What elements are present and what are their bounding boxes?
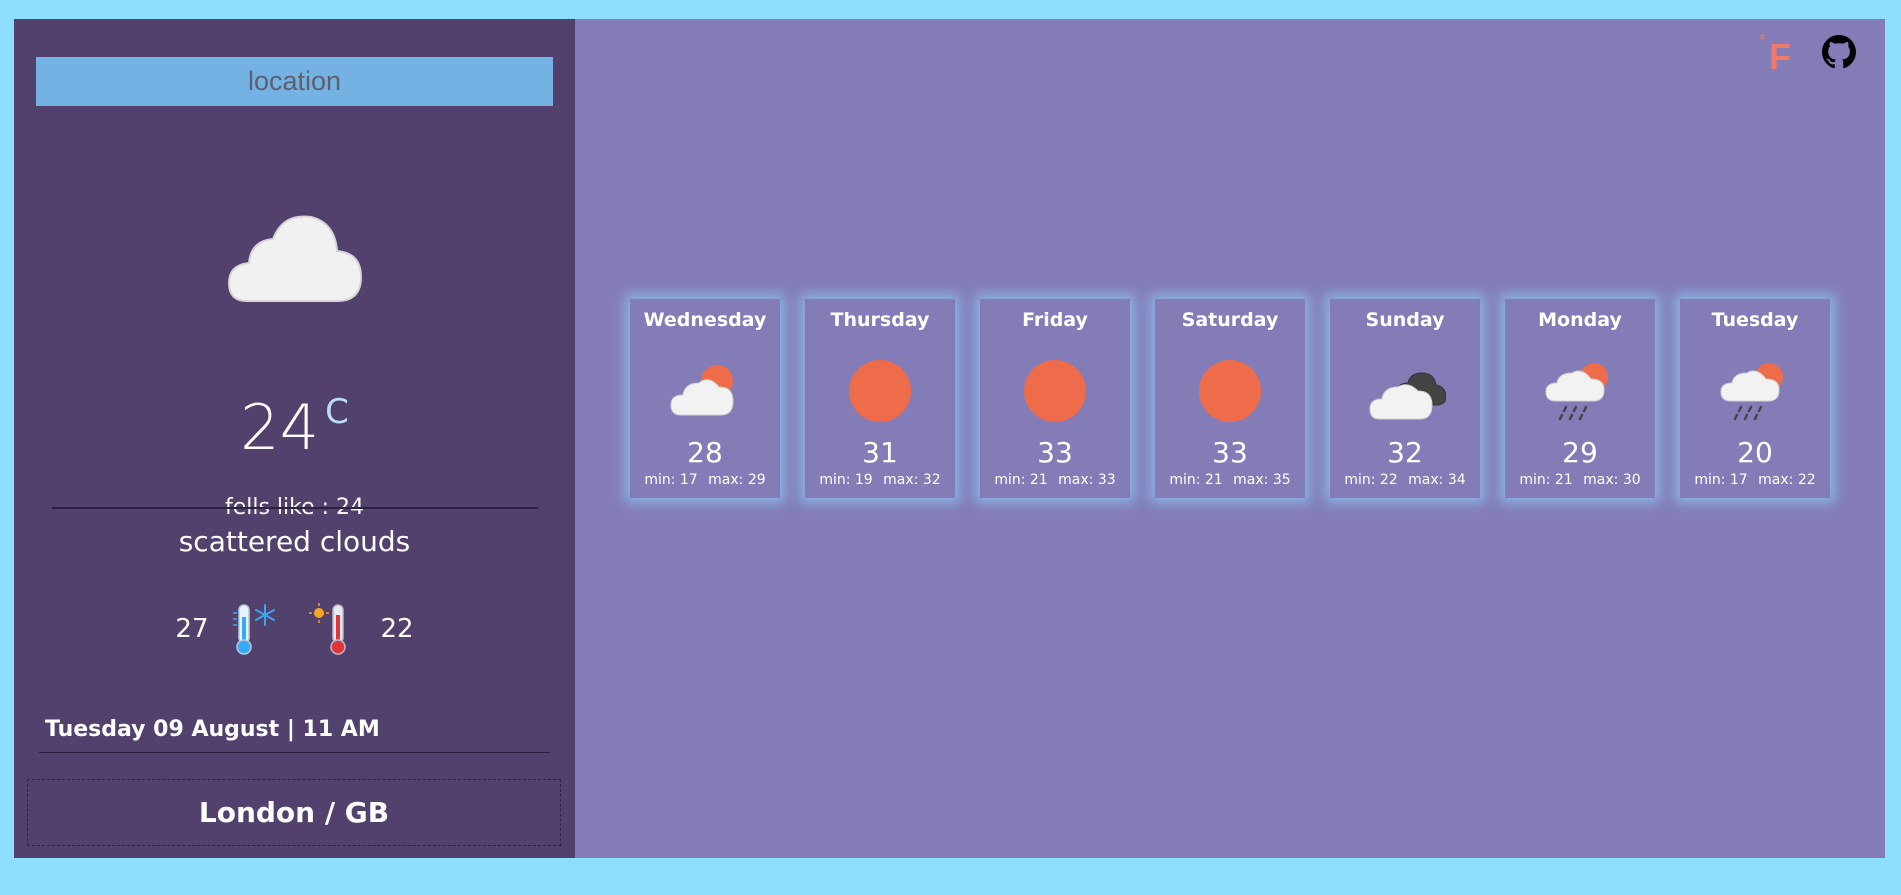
forecast-temperature: 33 [1212,436,1248,469]
forecast-card: Monday 29 min: 21 max: 30 [1505,299,1655,498]
min-max-row: 27 22 [14,599,575,659]
forecast-min-max: min: 21 max: 35 [1155,472,1305,488]
forecast-min-max: min: 17 max: 22 [1680,472,1830,488]
forecast-day: Monday [1538,309,1622,331]
forecast-max: max: 32 [883,472,941,488]
forecast-day: Thursday [830,309,930,331]
forecast-max: max: 30 [1583,472,1641,488]
forecast-min: min: 21 [994,472,1048,488]
weather-description: scattered clouds [178,525,411,558]
forecast-min-max: min: 21 max: 33 [980,472,1130,488]
current-weather-panel: 24C fells like : 24 scattered clouds 27 [14,19,575,858]
forecast-card: Sunday 32 min: 22 max: 34 [1330,299,1480,498]
cloud-sun-icon [670,365,734,416]
forecast-min: min: 21 [1169,472,1223,488]
forecast-min-max: min: 21 max: 30 [1505,472,1655,488]
forecast-temperature: 28 [687,436,723,469]
forecast-day: Tuesday [1711,309,1799,331]
forecast-list: Wednesday 28 min: 17 max: 29 Thursday 31… [630,299,1830,498]
forecast-min-max: min: 22 max: 34 [1330,472,1480,488]
cold-thermometer-icon [232,604,275,655]
rain-sun-icon [1545,363,1608,421]
sun-icon [1024,360,1086,422]
forecast-temperature: 20 [1737,436,1773,469]
forecast-day: Sunday [1365,309,1445,331]
forecast-min: min: 17 [644,472,698,488]
forecast-min: min: 21 [1519,472,1573,488]
cold-temperature-value: 27 [175,614,209,644]
forecast-card: Friday 33 min: 21 max: 33 [980,299,1130,498]
forecast-temperature: 29 [1562,436,1598,469]
forecast-max: max: 34 [1408,472,1466,488]
temperature-value: 24 [240,391,320,464]
forecast-min: min: 19 [819,472,873,488]
hot-thermometer-icon [308,603,346,655]
forecast-day: Wednesday [643,309,767,331]
forecast-day: Friday [1022,309,1088,331]
forecast-area: ° F Wednesday 28 min: 17 max: 29 Thursda… [575,19,1885,858]
forecast-card: Tuesday 20 min: 17 max: 22 [1680,299,1830,498]
sun-icon [1199,360,1261,422]
forecast-min-max: min: 17 max: 29 [630,472,780,488]
svg-text:F: F [1769,36,1791,77]
forecast-day: Saturday [1181,309,1279,331]
forecast-card: Wednesday 28 min: 17 max: 29 [630,299,780,498]
forecast-min: min: 22 [1344,472,1398,488]
forecast-card: Thursday 31 min: 19 max: 32 [805,299,955,498]
divider [52,507,538,509]
forecast-min-max: min: 19 max: 32 [805,472,955,488]
fahrenheit-toggle-button[interactable]: ° F [1759,31,1803,77]
weather-app: 24C fells like : 24 scattered clouds 27 [14,19,1885,858]
forecast-max: max: 33 [1058,472,1116,488]
rain-sun-icon [1720,363,1783,421]
sun-icon [849,360,911,422]
broken-clouds-icon [1369,372,1446,420]
cloud-icon [227,215,363,302]
fahrenheit-icon: ° F [1759,33,1791,77]
forecast-temperature: 33 [1037,436,1073,469]
forecast-card: Saturday 33 min: 21 max: 35 [1155,299,1305,498]
forecast-temperature: 31 [862,436,898,469]
forecast-min: min: 17 [1694,472,1748,488]
svg-text:°: ° [1759,33,1766,49]
forecast-temperature: 32 [1387,436,1423,469]
forecast-max: max: 29 [708,472,766,488]
github-icon[interactable] [1822,35,1856,69]
divider [39,752,550,753]
city-name: London / GB [27,779,561,846]
forecast-max: max: 35 [1233,472,1291,488]
location-search-input[interactable] [36,57,553,106]
temperature-unit: C [325,392,349,432]
date-time: Tuesday 09 August | 11 AM [45,717,380,742]
hot-temperature-value: 22 [380,614,414,644]
current-temperature: 24 C [14,391,575,464]
forecast-max: max: 22 [1758,472,1816,488]
